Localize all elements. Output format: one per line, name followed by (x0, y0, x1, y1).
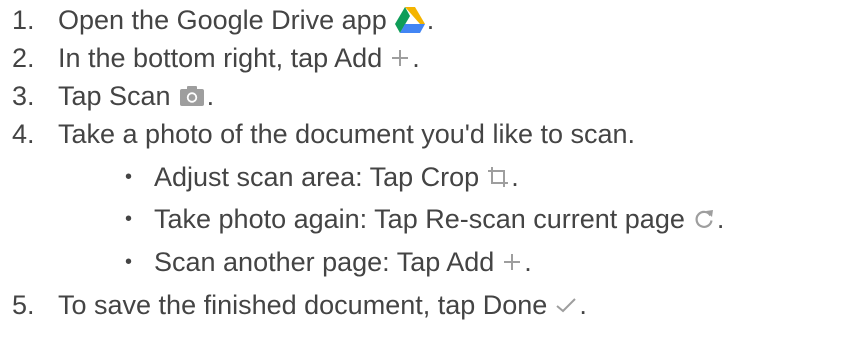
substep-text: Take photo again: Tap Re-scan current pa… (154, 204, 685, 234)
plus-icon (502, 252, 522, 272)
step-text: Tap Scan (58, 81, 171, 111)
step-text: To save the finished document, tap Done (58, 290, 548, 320)
substep-suffix: . (524, 247, 532, 277)
camera-icon (179, 85, 205, 107)
step-3: 3. Tap Scan . (0, 77, 214, 115)
plus-icon (390, 48, 410, 68)
step-text: Open the Google Drive app (58, 5, 387, 35)
step-number: 4. (12, 119, 35, 149)
step-5: 5. To save the finished document, tap Do… (0, 286, 587, 324)
substep-suffix: . (511, 162, 519, 192)
substep-2: • Take photo again: Tap Re-scan current … (125, 200, 724, 238)
step-number: 1. (12, 5, 35, 35)
substep-text: Scan another page: Tap Add (154, 247, 495, 277)
step-suffix: . (206, 81, 215, 111)
substep-suffix: . (716, 204, 725, 234)
bullet: • (125, 166, 133, 188)
substep-1: • Adjust scan area: Tap Crop . (125, 158, 519, 196)
step-text: In the bottom right, tap Add (58, 43, 383, 73)
step-4: 4. Take a photo of the document you'd li… (0, 115, 635, 153)
google-drive-icon (394, 7, 425, 33)
step-2: 2. In the bottom right, tap Add . (0, 39, 420, 77)
step-suffix: . (412, 43, 420, 73)
step-1: 1. Open the Google Drive app . (0, 1, 434, 39)
step-number: 3. (12, 81, 35, 111)
instruction-list: 1. Open the Google Drive app . 2. In the… (0, 0, 848, 341)
bullet: • (125, 251, 133, 273)
bullet: • (125, 208, 133, 230)
step-suffix: . (426, 5, 435, 35)
crop-icon (487, 166, 509, 188)
step-number: 2. (12, 43, 35, 73)
step-number: 5. (12, 290, 35, 320)
checkmark-icon (555, 296, 577, 314)
substep-text: Adjust scan area: Tap Crop (154, 162, 480, 192)
step-suffix: . (579, 290, 587, 320)
substep-3: • Scan another page: Tap Add . (125, 243, 532, 281)
step-text: Take a photo of the document you'd like … (58, 119, 636, 149)
refresh-icon (693, 208, 715, 230)
